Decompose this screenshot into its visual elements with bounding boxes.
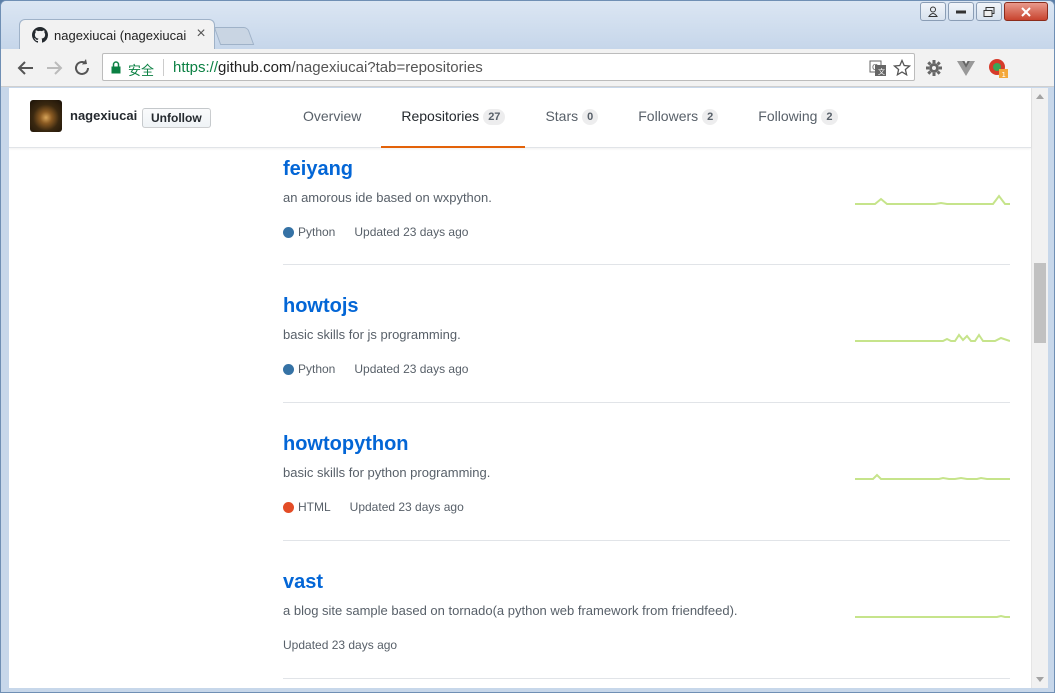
activity-sparkline <box>855 473 1010 480</box>
repo-updated: Updated 23 days ago <box>349 500 464 514</box>
repo-name-link[interactable]: howtopython <box>283 433 409 456</box>
tab-repositories[interactable]: Repositories 27 <box>381 88 526 148</box>
language-color-dot <box>283 226 294 238</box>
title-bar: nagexiucai (nagexiucai × <box>1 1 1054 49</box>
repo-language: Python <box>298 362 336 376</box>
vue-devtools-icon[interactable] <box>955 57 977 79</box>
tab-following[interactable]: Following 2 <box>738 88 857 148</box>
browser-toolbar: 安全 https://github.com/nagexiucai?tab=rep… <box>1 49 1054 87</box>
url-text[interactable]: https://github.com/nagexiucai?tab=reposi… <box>173 59 483 76</box>
activity-sparkline <box>855 194 1010 205</box>
user-icon <box>928 6 938 17</box>
tab-count: 2 <box>702 109 719 125</box>
url-path: /nagexiucai?tab=repositories <box>291 59 483 76</box>
lock-icon <box>111 61 121 74</box>
list-item: howtojs basic skills for js programming.… <box>283 265 1010 403</box>
repo-name-link[interactable]: howtojs <box>283 295 359 318</box>
browser-tab[interactable]: nagexiucai (nagexiucai × <box>19 19 215 49</box>
scroll-down-arrow[interactable] <box>1036 677 1044 682</box>
url-host: github.com <box>218 59 292 76</box>
tab-label: Stars <box>545 108 579 124</box>
tab-close-icon[interactable]: × <box>192 25 210 43</box>
language-color-dot <box>283 501 294 513</box>
repo-updated: Updated 23 days ago <box>354 225 469 239</box>
scrollbar-thumb[interactable] <box>1034 263 1046 343</box>
tab-label: Repositories <box>401 108 480 124</box>
repo-name-link[interactable]: vast <box>283 571 323 594</box>
tab-label: Followers <box>638 108 699 124</box>
svg-text:1: 1 <box>1002 71 1006 79</box>
activity-sparkline <box>855 333 1010 342</box>
scroll-up-arrow[interactable] <box>1036 94 1044 99</box>
repo-name-link[interactable]: feiyang <box>283 158 353 181</box>
repo-description: an amorous ide based on wxpython. <box>283 190 492 205</box>
reload-icon[interactable] <box>71 57 93 79</box>
tab-label: Following <box>758 108 818 124</box>
tab-overview[interactable]: Overview <box>283 88 381 148</box>
minimize-button[interactable] <box>948 2 974 21</box>
language-color-dot <box>283 363 294 375</box>
tab-title: nagexiucai (nagexiucai <box>54 28 187 43</box>
extension-badge-icon[interactable]: 1 <box>987 57 1009 79</box>
back-icon[interactable] <box>15 57 37 79</box>
browser-window: nagexiucai (nagexiucai × 安全 https://gith… <box>0 0 1055 693</box>
close-icon <box>1021 6 1031 17</box>
repo-language: Python <box>298 225 336 239</box>
list-item: vast a blog site sample based on tornado… <box>283 541 1010 679</box>
secure-label: 安全 <box>128 63 155 78</box>
repo-updated: Updated 23 days ago <box>283 638 398 652</box>
repository-list: feiyang an amorous ide based on wxpython… <box>283 148 1010 679</box>
tab-stars[interactable]: Stars 0 <box>525 88 618 148</box>
settings-extension-icon[interactable] <box>923 57 945 79</box>
tab-count: 0 <box>582 109 599 125</box>
tab-count: 27 <box>483 109 506 125</box>
translate-icon[interactable]: G文 <box>869 59 887 77</box>
svg-text:文: 文 <box>878 67 885 76</box>
maximize-button[interactable] <box>976 2 1002 21</box>
activity-sparkline <box>855 614 1010 618</box>
user-profile-button[interactable] <box>920 2 946 21</box>
repo-meta: Python Updated 23 days ago <box>283 362 468 376</box>
repo-meta: HTML Updated 23 days ago <box>283 500 464 514</box>
repo-description: a blog site sample based on tornado(a py… <box>283 603 738 618</box>
list-item: howtopython basic skills for python prog… <box>283 403 1010 541</box>
repo-language: HTML <box>298 500 331 514</box>
repo-description: basic skills for python programming. <box>283 465 491 480</box>
bookmark-star-icon[interactable] <box>893 59 911 77</box>
profile-tabs: Overview Repositories 27 Stars 0 Followers… <box>283 88 858 148</box>
minimize-icon <box>956 10 966 13</box>
divider <box>163 59 164 76</box>
close-window-button[interactable] <box>1004 2 1048 21</box>
repo-meta: Python Updated 23 days ago <box>283 225 468 239</box>
page-viewport: nagexiucai Unfollow Overview Repositorie… <box>9 88 1048 688</box>
avatar[interactable] <box>30 100 62 132</box>
list-item: feiyang an amorous ide based on wxpython… <box>283 148 1010 265</box>
github-icon <box>32 27 48 43</box>
address-bar[interactable]: 安全 https://github.com/nagexiucai?tab=rep… <box>102 53 915 81</box>
username[interactable]: nagexiucai <box>70 108 137 123</box>
tab-count: 2 <box>821 109 838 125</box>
repo-updated: Updated 23 days ago <box>354 362 469 376</box>
profile-nav: nagexiucai Unfollow Overview Repositorie… <box>9 88 1031 148</box>
tab-followers[interactable]: Followers 2 <box>618 88 738 148</box>
repo-meta: Updated 23 days ago <box>283 638 397 652</box>
new-tab-button[interactable] <box>213 27 255 45</box>
restore-icon <box>983 6 995 17</box>
window-controls <box>918 2 1048 22</box>
repo-description: basic skills for js programming. <box>283 327 461 342</box>
vertical-scrollbar[interactable] <box>1031 88 1048 688</box>
url-scheme: https:// <box>173 59 219 76</box>
unfollow-button[interactable]: Unfollow <box>142 108 211 128</box>
tab-label: Overview <box>303 108 362 124</box>
forward-icon[interactable] <box>43 57 65 79</box>
